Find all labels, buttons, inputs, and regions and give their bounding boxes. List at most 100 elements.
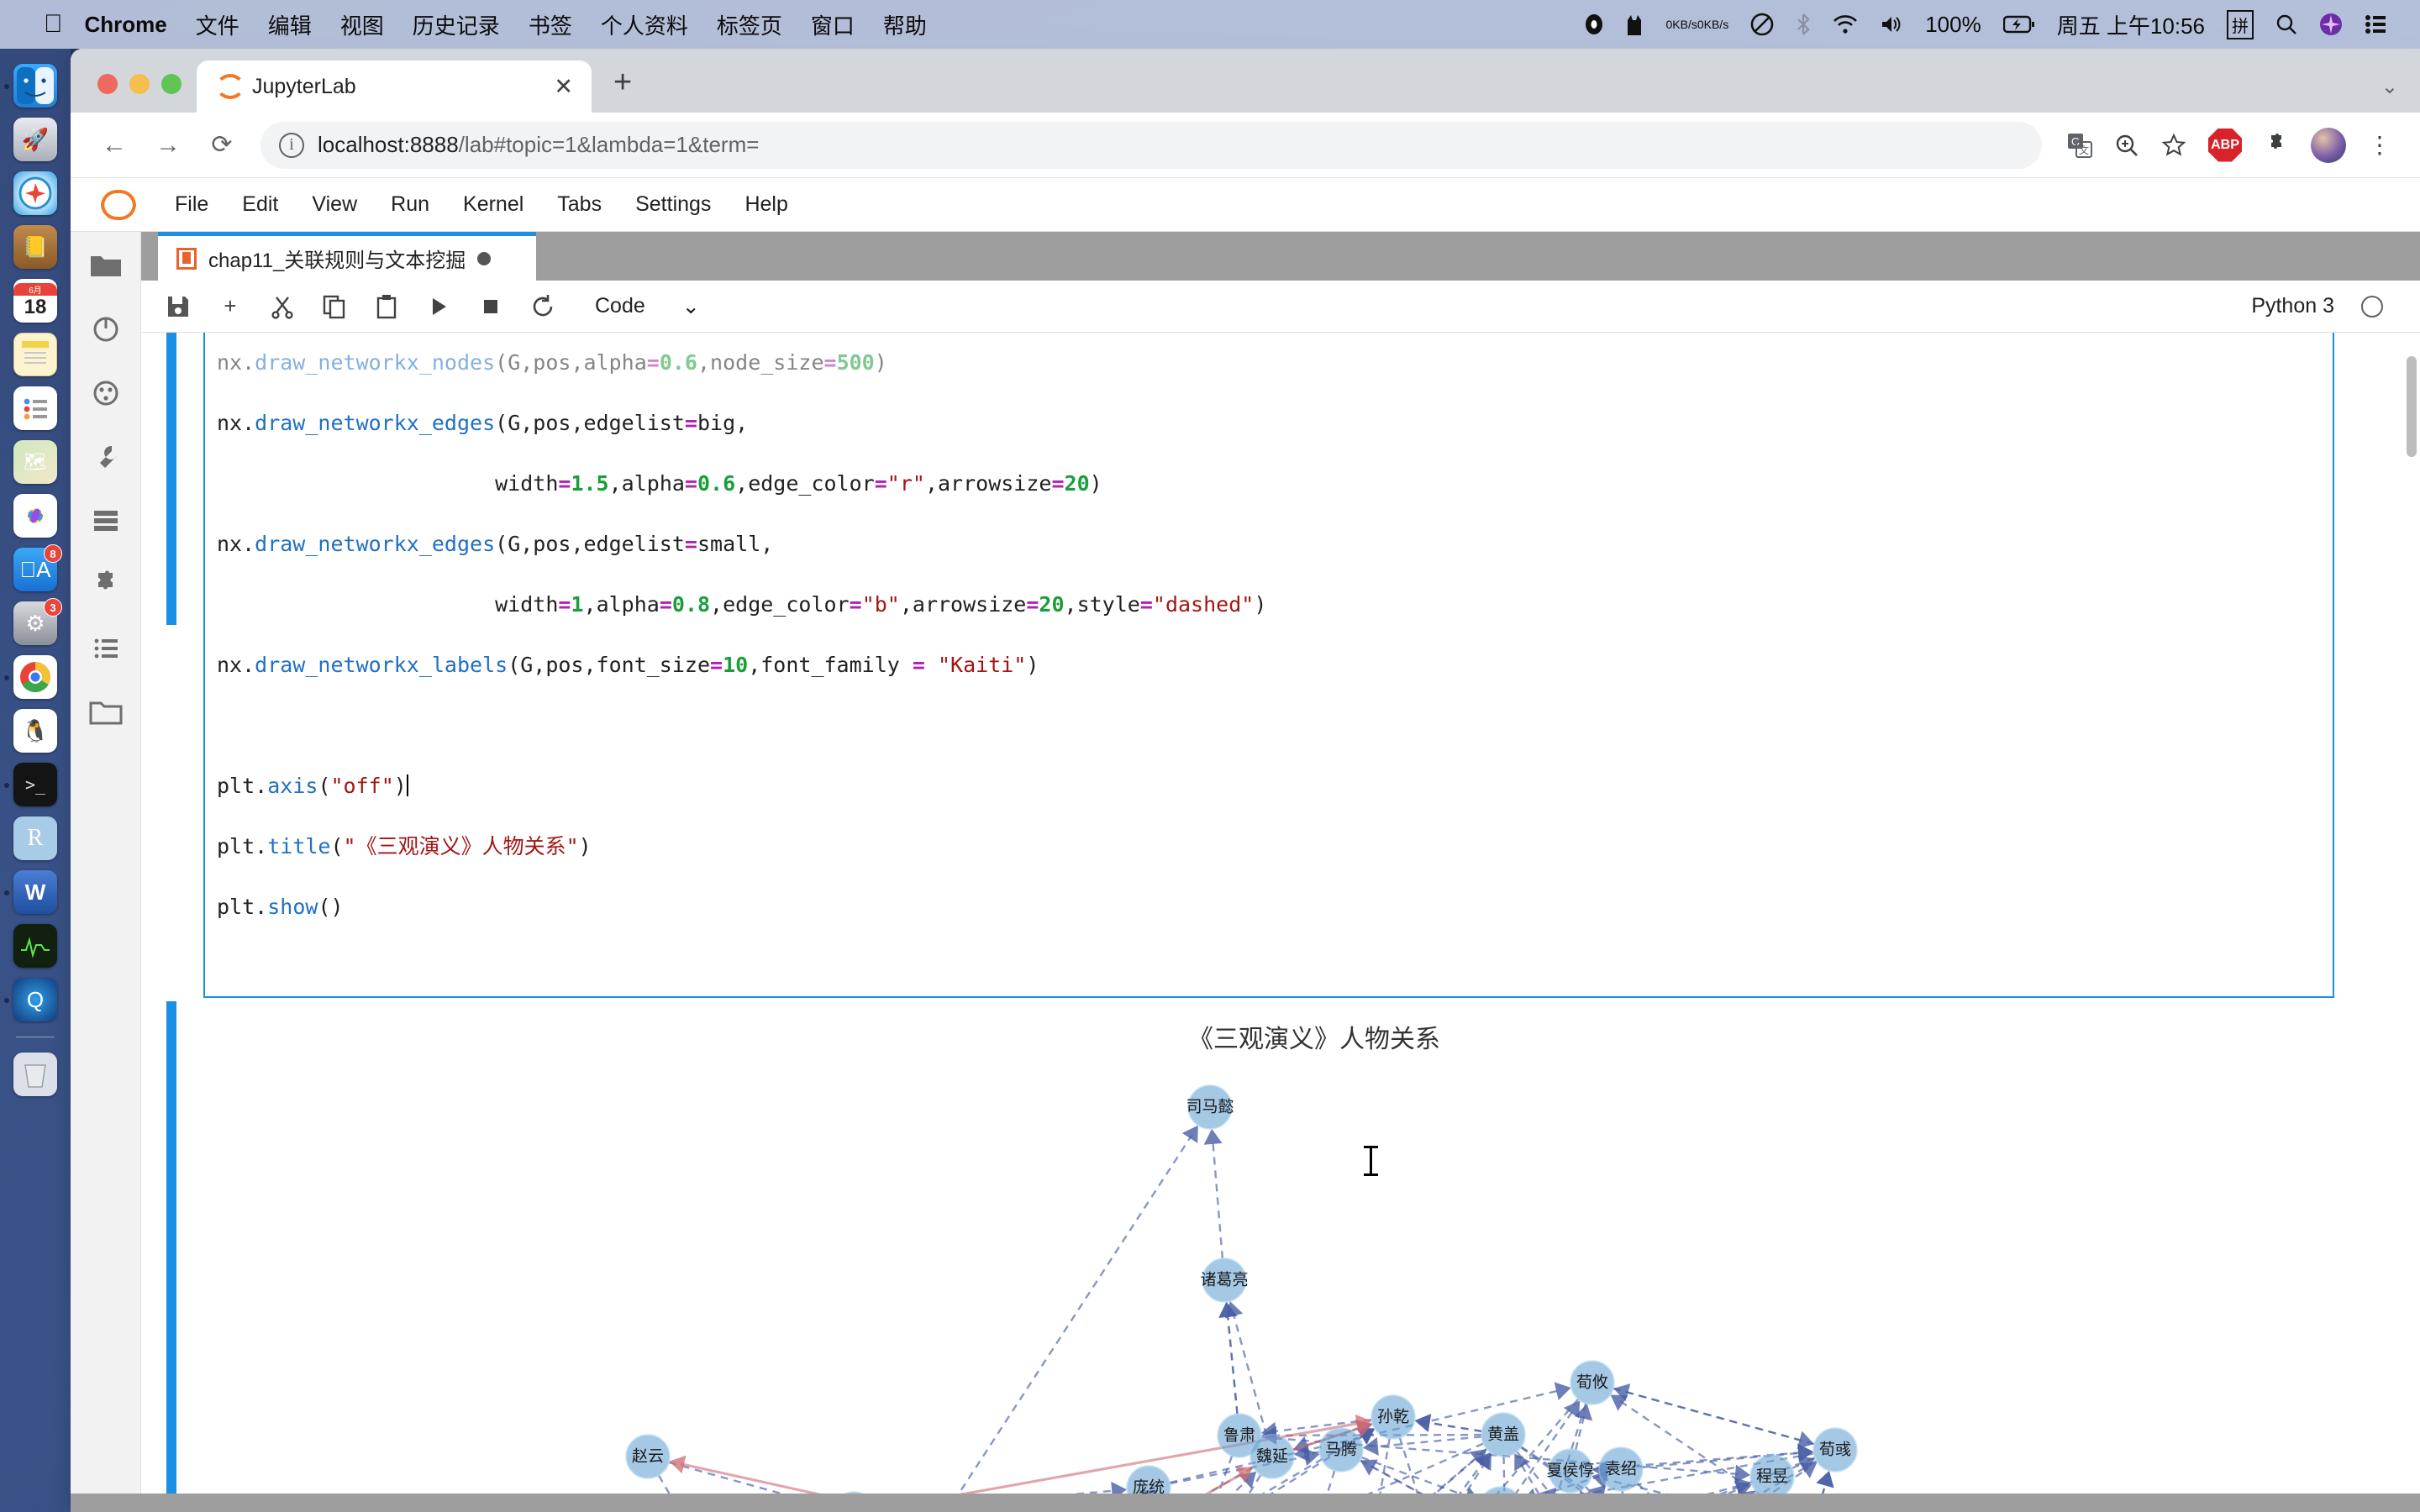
save-icon[interactable]	[156, 286, 200, 327]
file-browser-icon[interactable]	[86, 245, 126, 286]
address-bar[interactable]: i localhost:8888/lab#topic=1&lambda=1&te…	[260, 121, 2042, 169]
dock-item-safari[interactable]	[13, 171, 57, 215]
close-window-button[interactable]	[97, 74, 118, 94]
bluetooth-icon[interactable]	[1796, 13, 1811, 36]
dock-item-launchpad[interactable]: 🚀	[13, 118, 57, 161]
dock-item-reminders[interactable]	[13, 386, 57, 430]
apple-logo-icon[interactable]: 	[44, 12, 63, 37]
translate-icon[interactable]: G文	[2067, 133, 2092, 158]
forward-button[interactable]: →	[145, 122, 192, 169]
dock-item-system-preferences[interactable]: ⚙ 3	[13, 598, 62, 645]
spotlight-search-icon[interactable]	[2275, 13, 2297, 35]
menu-item-tabs[interactable]: 标签页	[717, 9, 782, 40]
profile-avatar[interactable]	[2311, 127, 2346, 163]
menu-item-view[interactable]: 视图	[340, 9, 384, 40]
tab-search-chevron-icon[interactable]: ⌄	[2381, 75, 2398, 99]
folder-icon[interactable]	[86, 692, 126, 732]
jl-menu-help[interactable]: Help	[728, 186, 804, 223]
volume-icon[interactable]	[1880, 14, 1903, 34]
dock-item-rstudio[interactable]: R	[13, 816, 57, 860]
menu-item-history[interactable]: 历史记录	[413, 9, 500, 40]
adblock-plus-icon[interactable]: ABP	[2208, 128, 2242, 162]
dock-item-terminal[interactable]: >_	[4, 763, 57, 806]
run-cell-button[interactable]	[417, 286, 460, 327]
dock-item-maps[interactable]: 🗺	[13, 440, 57, 484]
notebook-scrollbar[interactable]	[2402, 333, 2420, 1512]
record-icon[interactable]	[1585, 13, 1603, 35]
new-tab-button[interactable]: +	[613, 65, 632, 101]
figure-title: 《三观演义》人物关系	[1188, 1026, 1440, 1053]
menu-item-help[interactable]: 帮助	[883, 9, 927, 40]
jl-menu-settings[interactable]: Settings	[618, 186, 728, 223]
scrollbar-thumb[interactable]	[2407, 356, 2417, 457]
dock-item-word[interactable]: W	[4, 870, 57, 914]
close-tab-icon[interactable]: ✕	[554, 74, 573, 100]
browser-tab-jupyterlab[interactable]: JupyterLab ✕	[197, 60, 592, 113]
dock-item-finder[interactable]	[4, 64, 57, 108]
menu-item-file[interactable]: 文件	[196, 9, 239, 40]
dock-item-app-store[interactable]: A 8	[13, 544, 62, 591]
notebook-cell[interactable]: nx.draw_networkx_nodes(G,pos,alpha=0.6,n…	[141, 333, 2402, 998]
kernel-name-label[interactable]: Python 3	[2251, 294, 2334, 318]
input-method-indicator[interactable]: 拼	[2227, 9, 2254, 39]
clock-datetime[interactable]: 周五 上午10:56	[2057, 9, 2205, 40]
extensions-puzzle-icon[interactable]	[2264, 133, 2289, 158]
table-of-contents-icon[interactable]	[86, 628, 126, 669]
menubar-status-area: 0KB/s 0KB/s 100% 周五 上午10:56 拼	[1585, 9, 2386, 40]
insert-cell-button[interactable]: +	[208, 286, 252, 327]
jl-menu-file[interactable]: File	[158, 186, 225, 223]
restart-kernel-button[interactable]	[521, 286, 565, 327]
notebook-scroll-region[interactable]: nx.draw_networkx_nodes(G,pos,alpha=0.6,n…	[141, 333, 2402, 1512]
extension-manager-icon[interactable]	[86, 564, 126, 605]
bookmark-star-icon[interactable]	[2161, 133, 2186, 158]
jl-menu-tabs[interactable]: Tabs	[540, 186, 618, 223]
menu-item-edit[interactable]: 编辑	[268, 9, 312, 40]
dock-item-quicktime[interactable]: Q	[4, 978, 57, 1021]
back-button[interactable]: ←	[91, 122, 138, 169]
open-tabs-icon[interactable]	[86, 501, 126, 541]
zoom-icon[interactable]	[2114, 133, 2139, 158]
minimize-window-button[interactable]	[129, 74, 150, 94]
jupyter-logo-icon	[101, 188, 136, 222]
do-not-disturb-icon[interactable]	[1750, 13, 1774, 36]
interrupt-kernel-button[interactable]	[469, 286, 513, 327]
control-center-icon[interactable]	[2365, 14, 2386, 34]
commands-palette-icon[interactable]	[86, 373, 126, 413]
running-terminals-icon[interactable]	[86, 309, 126, 349]
jl-menu-edit[interactable]: Edit	[225, 186, 295, 223]
menu-item-bookmarks[interactable]: 书签	[529, 9, 572, 40]
chrome-menu-icon[interactable]: ⋮	[2368, 131, 2391, 159]
site-info-icon[interactable]: i	[279, 132, 304, 158]
cell-type-dropdown[interactable]: Code ⌄	[595, 294, 700, 319]
menu-item-chrome[interactable]: Chrome	[85, 12, 167, 38]
wifi-icon[interactable]	[1833, 14, 1858, 34]
cut-icon[interactable]	[260, 286, 304, 327]
dock-item-google-chrome[interactable]	[4, 655, 57, 699]
dock-item-calendar[interactable]: 6月 18	[13, 279, 57, 323]
notebook-tab[interactable]: chap11_关联规则与文本挖掘	[158, 232, 536, 281]
jl-menu-view[interactable]: View	[295, 186, 374, 223]
reload-button[interactable]: ⟳	[198, 122, 245, 169]
maximize-window-button[interactable]	[161, 74, 182, 94]
notebook-content-area: nx.draw_networkx_nodes(G,pos,alpha=0.6,n…	[141, 333, 2420, 1512]
menu-item-profiles[interactable]: 个人资料	[601, 9, 688, 40]
dock-item-qq[interactable]: 🐧	[13, 709, 57, 753]
dock-item-contacts[interactable]: 📒	[13, 225, 57, 269]
paste-icon[interactable]	[365, 286, 408, 327]
dock-item-notes[interactable]	[13, 333, 57, 376]
code-line-4: nx.draw_networkx_edges(G,pos,edgelist=sm…	[217, 532, 774, 556]
battery-charging-icon[interactable]	[2002, 15, 2035, 34]
jupyterlab-main-area: chap11_关联规则与文本挖掘 + Code ⌄ Python 3 nx.dr…	[141, 232, 2420, 1512]
cat-icon[interactable]	[1625, 13, 1644, 35]
jl-menu-kernel[interactable]: Kernel	[446, 186, 540, 223]
jl-menu-run[interactable]: Run	[374, 186, 446, 223]
dock-item-trash[interactable]	[13, 1053, 57, 1096]
copy-icon[interactable]	[313, 286, 356, 327]
code-editor[interactable]: nx.draw_networkx_nodes(G,pos,alpha=0.6,n…	[203, 333, 2334, 998]
dock-item-activity-monitor[interactable]	[13, 924, 57, 968]
siri-icon[interactable]	[2319, 13, 2343, 36]
dock-item-photos[interactable]	[13, 494, 57, 538]
property-inspector-icon[interactable]	[86, 437, 126, 477]
network-speed-indicator[interactable]: 0KB/s 0KB/s	[1665, 18, 1728, 31]
menu-item-window[interactable]: 窗口	[811, 9, 855, 40]
